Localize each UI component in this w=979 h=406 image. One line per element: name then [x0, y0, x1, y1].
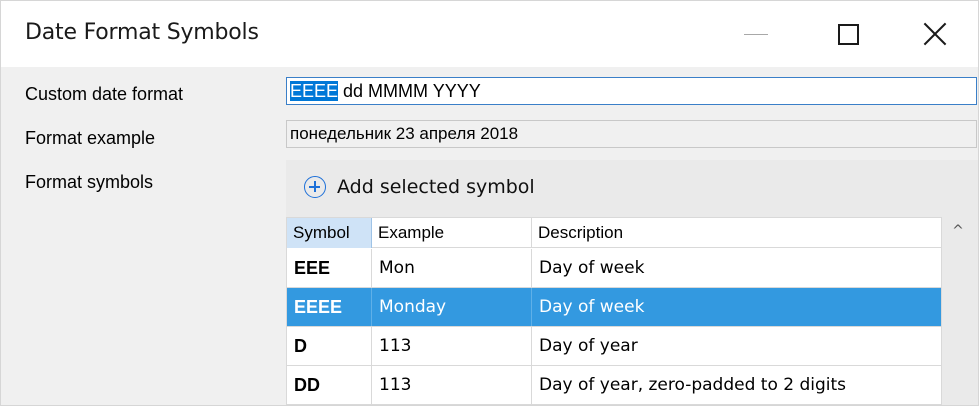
table-row[interactable]: DD 113 Day of year, zero-padded to 2 dig…	[287, 366, 941, 405]
example-cell: 113	[372, 327, 532, 365]
format-example-field: понедельник 23 апреля 2018	[286, 120, 977, 148]
example-cell: Monday	[372, 288, 532, 326]
table-header: Symbol Example Description	[287, 218, 941, 248]
maximize-button[interactable]	[802, 1, 894, 67]
description-cell: Day of year, zero-padded to 2 digits	[539, 375, 847, 395]
example-cell: 113	[372, 366, 532, 404]
minimize-button[interactable]	[710, 1, 802, 67]
scroll-up-arrow-icon[interactable]: ^	[950, 223, 966, 239]
symbols-table: Symbol Example Description EEE Mon Day o…	[286, 217, 942, 405]
custom-date-format-input[interactable]: EEEE dd MMMM YYYY	[286, 77, 977, 105]
minimize-icon	[744, 33, 768, 35]
symbol-cell: D	[287, 327, 372, 365]
selected-text: EEEE	[290, 81, 339, 101]
add-selected-symbol-button[interactable]: Add selected symbol	[304, 170, 535, 204]
format-example-label: Format example	[25, 128, 156, 148]
table-row-selected[interactable]: EEEE Monday Day of week	[287, 288, 941, 327]
column-header-example[interactable]: Example	[372, 218, 532, 248]
close-button[interactable]	[889, 1, 978, 67]
custom-date-format-label: Custom date format	[25, 84, 184, 104]
dialog-body: Custom date format EEEE dd MMMM YYYY For…	[1, 67, 978, 405]
title-bar: Date Format Symbols	[1, 1, 978, 67]
add-selected-symbol-label: Add selected symbol	[337, 176, 535, 198]
example-cell: Mon	[372, 249, 532, 287]
format-symbols-panel: Add selected symbol Symbol Example Descr…	[286, 160, 978, 405]
symbol-cell: EEE	[287, 249, 372, 287]
format-symbols-label: Format symbols	[25, 172, 154, 192]
table-row[interactable]: EEE Mon Day of week	[287, 249, 941, 288]
description-cell: Day of week	[539, 258, 645, 278]
window-title: Date Format Symbols	[25, 20, 259, 45]
input-text: dd MMMM YYYY	[338, 81, 481, 101]
close-icon	[923, 22, 947, 46]
description-cell: Day of week	[539, 297, 645, 317]
column-header-description[interactable]: Description	[532, 218, 941, 248]
plus-circle-icon	[304, 176, 326, 198]
maximize-icon	[837, 23, 859, 45]
symbol-cell: DD	[287, 366, 372, 404]
table-row[interactable]: D 113 Day of year	[287, 327, 941, 366]
date-format-symbols-dialog: Date Format Symbols Custom date format E…	[0, 0, 979, 406]
description-cell: Day of year	[539, 336, 638, 356]
symbol-cell: EEEE	[287, 288, 372, 326]
column-header-symbol[interactable]: Symbol	[287, 218, 372, 248]
